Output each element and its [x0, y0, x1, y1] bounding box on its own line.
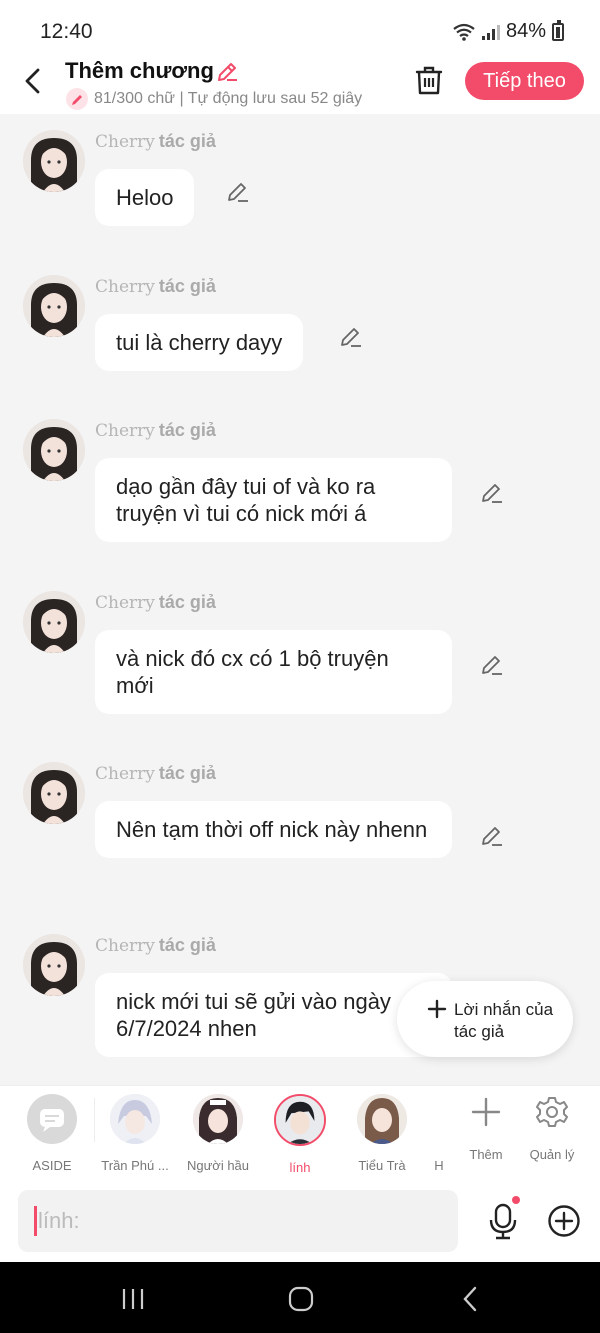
home-icon[interactable]: [286, 1284, 316, 1314]
edit-message-icon[interactable]: [479, 652, 505, 678]
edit-message-icon[interactable]: [338, 324, 364, 350]
avatar[interactable]: [23, 419, 85, 481]
system-navigation-bar: [0, 1262, 600, 1333]
message-bubble[interactable]: tui là cherry dayy: [95, 314, 304, 371]
avatar: [110, 1094, 160, 1144]
character-label: Tiểu Trà: [358, 1158, 406, 1173]
character-tieu-tra[interactable]: Tiểu Trà: [340, 1094, 424, 1173]
author-name: Cherry: [95, 421, 155, 441]
edit-title-icon[interactable]: [215, 60, 239, 84]
back-nav-icon[interactable]: [456, 1284, 486, 1314]
manage-button[interactable]: Quản lý: [517, 1094, 587, 1162]
message-author: Cherry tác giả: [95, 935, 216, 956]
avatar: [357, 1094, 407, 1144]
author-note-button[interactable]: Lời nhắn của tác giả: [397, 981, 573, 1057]
message-input[interactable]: [18, 1190, 458, 1252]
chat-bubble-icon: [27, 1094, 77, 1144]
character-label: Trần Phú ...: [101, 1158, 169, 1173]
edit-message-icon[interactable]: [479, 480, 505, 506]
avatar: [274, 1094, 326, 1146]
character-aside[interactable]: ASIDE: [10, 1094, 94, 1173]
message-bubble[interactable]: Nên tạm thời off nick này nhenn: [95, 801, 452, 858]
author-note-label: Lời nhắn của tác giả: [454, 1000, 554, 1041]
character-partial[interactable]: H: [424, 1094, 454, 1173]
avatar[interactable]: [23, 130, 85, 192]
character-tran-phu[interactable]: Trần Phú ...: [93, 1094, 177, 1173]
message-bubble[interactable]: Heloo: [95, 169, 195, 226]
header: Thêm chương 81/300 chữ | Tự động lưu sau…: [0, 58, 600, 114]
tool-label: Quản lý: [529, 1147, 575, 1162]
author-name: Cherry: [95, 132, 155, 152]
pencil-icon: [66, 88, 88, 110]
text-caret: [34, 1206, 37, 1236]
notification-dot: [512, 1196, 520, 1204]
edit-message-icon[interactable]: [225, 179, 251, 205]
edit-message-icon[interactable]: [479, 823, 505, 849]
message-bubble[interactable]: và nick đó cx có 1 bộ truyện mới: [95, 630, 452, 714]
author-role: tác giả: [158, 420, 216, 440]
author-role: tác giả: [158, 276, 216, 296]
character-bar: ASIDE Trần Phú ... Người hầu lính Tiểu T…: [0, 1085, 600, 1180]
author-role: tác giả: [158, 935, 216, 955]
next-button[interactable]: Tiếp theo: [465, 62, 584, 100]
message-author: Cherry tác giả: [95, 276, 216, 297]
author-name: Cherry: [95, 277, 155, 297]
tool-label: Thêm: [469, 1147, 503, 1162]
battery-percent: 84%: [505, 20, 546, 42]
battery-icon: [552, 19, 564, 41]
avatar[interactable]: [23, 591, 85, 653]
avatar: [193, 1094, 243, 1144]
avatar[interactable]: [23, 762, 85, 824]
plus-icon: [427, 999, 447, 1019]
page-title: Thêm chương: [65, 58, 214, 83]
message-bubble[interactable]: dạo gần đây tui of và ko ra truyện vì tu…: [95, 458, 452, 542]
add-character-button[interactable]: Thêm: [451, 1094, 521, 1162]
author-name: Cherry: [95, 764, 155, 784]
character-label: ASIDE: [32, 1158, 72, 1173]
author-role: tác giả: [158, 592, 216, 612]
microphone-icon[interactable]: [486, 1202, 520, 1240]
status-bar: 12:40 84%: [0, 0, 600, 58]
author-name: Cherry: [95, 593, 155, 613]
message-author: Cherry tác giả: [95, 592, 216, 613]
character-linh[interactable]: lính: [258, 1094, 342, 1175]
character-label: H: [434, 1158, 444, 1173]
status-icons: 84%: [452, 19, 564, 43]
wifi-icon: [453, 23, 475, 41]
recent-apps-icon[interactable]: [118, 1284, 148, 1314]
word-count-line: 81/300 chữ | Tự động lưu sau 52 giây: [66, 88, 362, 110]
add-media-icon[interactable]: [547, 1204, 581, 1238]
message-author: Cherry tác giả: [95, 420, 216, 441]
author-name: Cherry: [95, 936, 155, 956]
author-role: tác giả: [158, 131, 216, 151]
trash-icon[interactable]: [414, 64, 444, 96]
gear-icon: [536, 1097, 568, 1127]
character-label: Người hầu: [186, 1158, 250, 1173]
plus-icon: [471, 1097, 501, 1127]
message-author: Cherry tác giả: [95, 131, 216, 152]
signal-icon: [481, 24, 500, 40]
character-label: lính: [289, 1160, 311, 1175]
character-nguoi-hau[interactable]: Người hầu: [176, 1094, 260, 1173]
status-time: 12:40: [40, 20, 93, 43]
author-role: tác giả: [158, 763, 216, 783]
composer: [0, 1180, 600, 1262]
back-button[interactable]: [20, 66, 46, 96]
avatar[interactable]: [23, 934, 85, 996]
avatar[interactable]: [23, 275, 85, 337]
message-list[interactable]: Cherry tác giả Heloo Cherry tác giả tui là…: [0, 114, 600, 1084]
message-author: Cherry tác giả: [95, 763, 216, 784]
word-count-status: 81/300 chữ | Tự động lưu sau 52 giây: [94, 90, 363, 107]
